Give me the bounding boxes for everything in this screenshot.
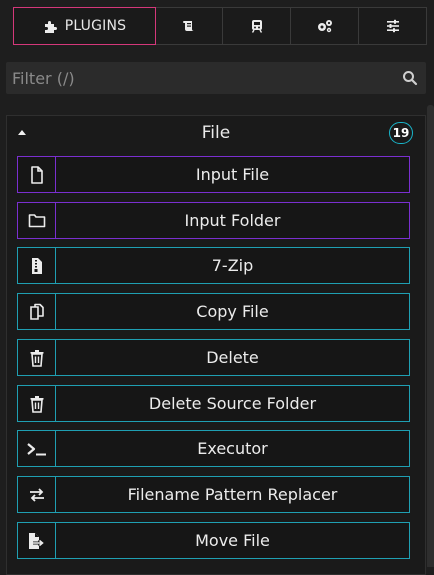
sliders-icon <box>386 19 399 33</box>
plugin-label: Delete Source Folder <box>148 394 317 413</box>
file-outline-icon <box>30 165 43 184</box>
plugin-7zip[interactable]: 7-Zip <box>17 247 410 284</box>
plugin-delete[interactable]: Delete <box>17 339 410 376</box>
file-export-icon <box>28 532 44 549</box>
zip-file-icon <box>31 257 42 274</box>
plugin-move-file[interactable]: Move File <box>17 522 410 559</box>
plugin-copy-file[interactable]: Copy File <box>17 293 410 330</box>
tab-settings[interactable] <box>359 7 427 45</box>
plugin-executor[interactable]: Executor <box>17 430 410 467</box>
plugin-label: Input Folder <box>184 211 281 230</box>
tab-plugins-label: PLUGINS <box>64 18 127 34</box>
plugin-label: 7-Zip <box>211 256 254 275</box>
puzzle-icon <box>44 21 57 33</box>
copy-icon <box>29 303 44 320</box>
plugin-filename-pattern-replacer[interactable]: Filename Pattern Replacer <box>17 476 410 513</box>
plugin-count-badge: 19 <box>389 122 413 144</box>
gears-icon <box>317 20 332 33</box>
section-title: File <box>201 123 231 143</box>
plugin-input-folder[interactable]: Input Folder <box>17 202 410 239</box>
filter-bar <box>6 62 426 94</box>
folder-outline-icon <box>28 214 45 228</box>
section-header[interactable]: File 19 <box>7 116 425 150</box>
plugin-input-file[interactable]: Input File <box>17 156 410 193</box>
trash-icon <box>30 349 43 367</box>
plugin-tabs: PLUGINS <box>13 7 427 45</box>
tab-scroll[interactable] <box>156 7 223 45</box>
plugin-label: Move File <box>195 531 270 550</box>
trash-icon <box>30 395 43 413</box>
tab-train[interactable] <box>223 7 291 45</box>
scroll-icon <box>183 21 194 31</box>
file-section: File 19 Input File Input Folder 7-Zip Co… <box>6 115 426 575</box>
swap-arrows-icon <box>29 487 44 502</box>
plugin-label: Executor <box>197 439 268 458</box>
tab-plugins[interactable]: PLUGINS <box>13 7 156 45</box>
search-icon[interactable] <box>402 70 418 86</box>
tab-gears[interactable] <box>291 7 359 45</box>
terminal-icon <box>26 442 46 455</box>
plugin-label: Input File <box>195 165 270 184</box>
plugin-delete-source-folder[interactable]: Delete Source Folder <box>17 385 410 422</box>
plugin-label: Delete <box>206 348 259 367</box>
plugin-label: Filename Pattern Replacer <box>127 485 338 504</box>
scrollbar[interactable] <box>427 105 434 567</box>
train-icon <box>251 20 262 33</box>
filter-input[interactable] <box>6 62 396 94</box>
plugin-label: Copy File <box>196 302 269 321</box>
